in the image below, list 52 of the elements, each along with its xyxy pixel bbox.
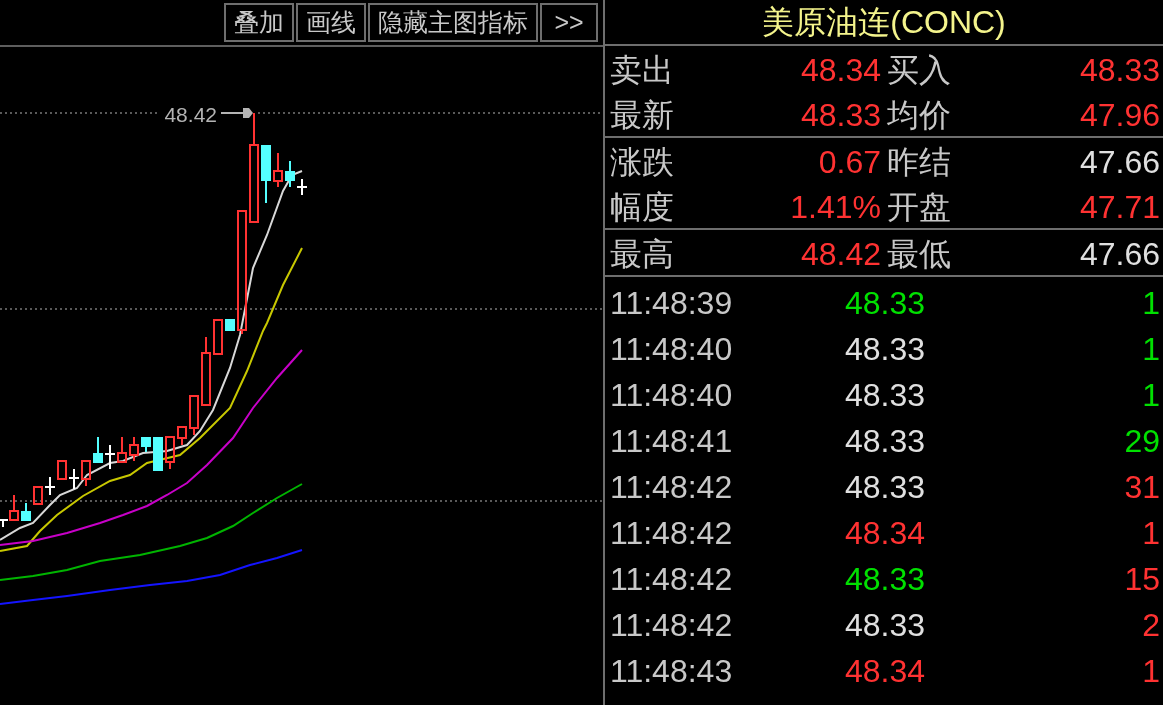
trade-volume: 31: [1124, 471, 1160, 503]
trade-volume: 2: [1142, 609, 1160, 641]
trade-price: 48.33: [845, 287, 926, 319]
quote-label: 开盘: [887, 191, 951, 223]
trade-volume: 29: [1124, 425, 1160, 457]
trade-time: 11:48:42: [610, 609, 734, 641]
trade-time: 11:48:42: [610, 471, 734, 503]
trade-price: 48.33: [845, 333, 926, 365]
quote-value: 48.34: [800, 54, 881, 86]
trade-price: 48.33: [845, 471, 926, 503]
quote-label: 最高: [610, 238, 674, 270]
quote-value: 47.66: [1079, 146, 1160, 178]
quote-value: 47.66: [1079, 238, 1160, 270]
trade-volume: 15: [1124, 563, 1160, 595]
trade-time: 11:48:39: [610, 287, 734, 319]
trade-volume: 1: [1142, 379, 1160, 411]
quote-label: 最低: [887, 238, 951, 270]
quote-value: 1.41%: [790, 191, 881, 223]
quote-label: 卖出: [610, 54, 674, 86]
toolbar-button[interactable]: >>: [540, 3, 598, 42]
quote-label: 涨跌: [610, 146, 674, 178]
trade-time: 11:48:41: [610, 425, 734, 457]
quote-label: 均价: [887, 99, 951, 131]
trade-volume: 1: [1142, 287, 1160, 319]
quote-label: 昨结: [887, 146, 951, 178]
trade-volume: 1: [1142, 517, 1160, 549]
toolbar-button[interactable]: 隐藏主图指标: [368, 3, 538, 42]
quote-value: 48.33: [800, 99, 881, 131]
trade-time: 11:48:43: [610, 655, 734, 687]
quote-value: 48.33: [1079, 54, 1160, 86]
instrument-title: 美原油连(CONC): [762, 6, 1006, 38]
toolbar-button[interactable]: 叠加: [224, 3, 294, 42]
trade-time: 11:48:40: [610, 333, 734, 365]
trade-price: 48.33: [845, 609, 926, 641]
trade-price: 48.33: [845, 563, 926, 595]
trade-time: 11:48:42: [610, 517, 734, 549]
trade-price: 48.33: [845, 379, 926, 411]
quote-value: 47.96: [1079, 99, 1160, 131]
trade-price: 48.33: [845, 425, 926, 457]
trade-price: 48.34: [845, 655, 926, 687]
quote-label: 幅度: [610, 191, 674, 223]
trade-price: 48.34: [845, 517, 926, 549]
trade-time: 11:48:42: [610, 563, 734, 595]
trade-volume: 1: [1142, 655, 1160, 687]
toolbar-button[interactable]: 画线: [296, 3, 366, 42]
trade-volume: 1: [1142, 333, 1160, 365]
quote-value: 0.67: [818, 146, 881, 178]
quote-value: 47.71: [1079, 191, 1160, 223]
quote-label: 买入: [887, 54, 951, 86]
trade-time: 11:48:40: [610, 379, 734, 411]
quote-label: 最新: [610, 99, 674, 131]
quote-value: 48.42: [800, 238, 881, 270]
